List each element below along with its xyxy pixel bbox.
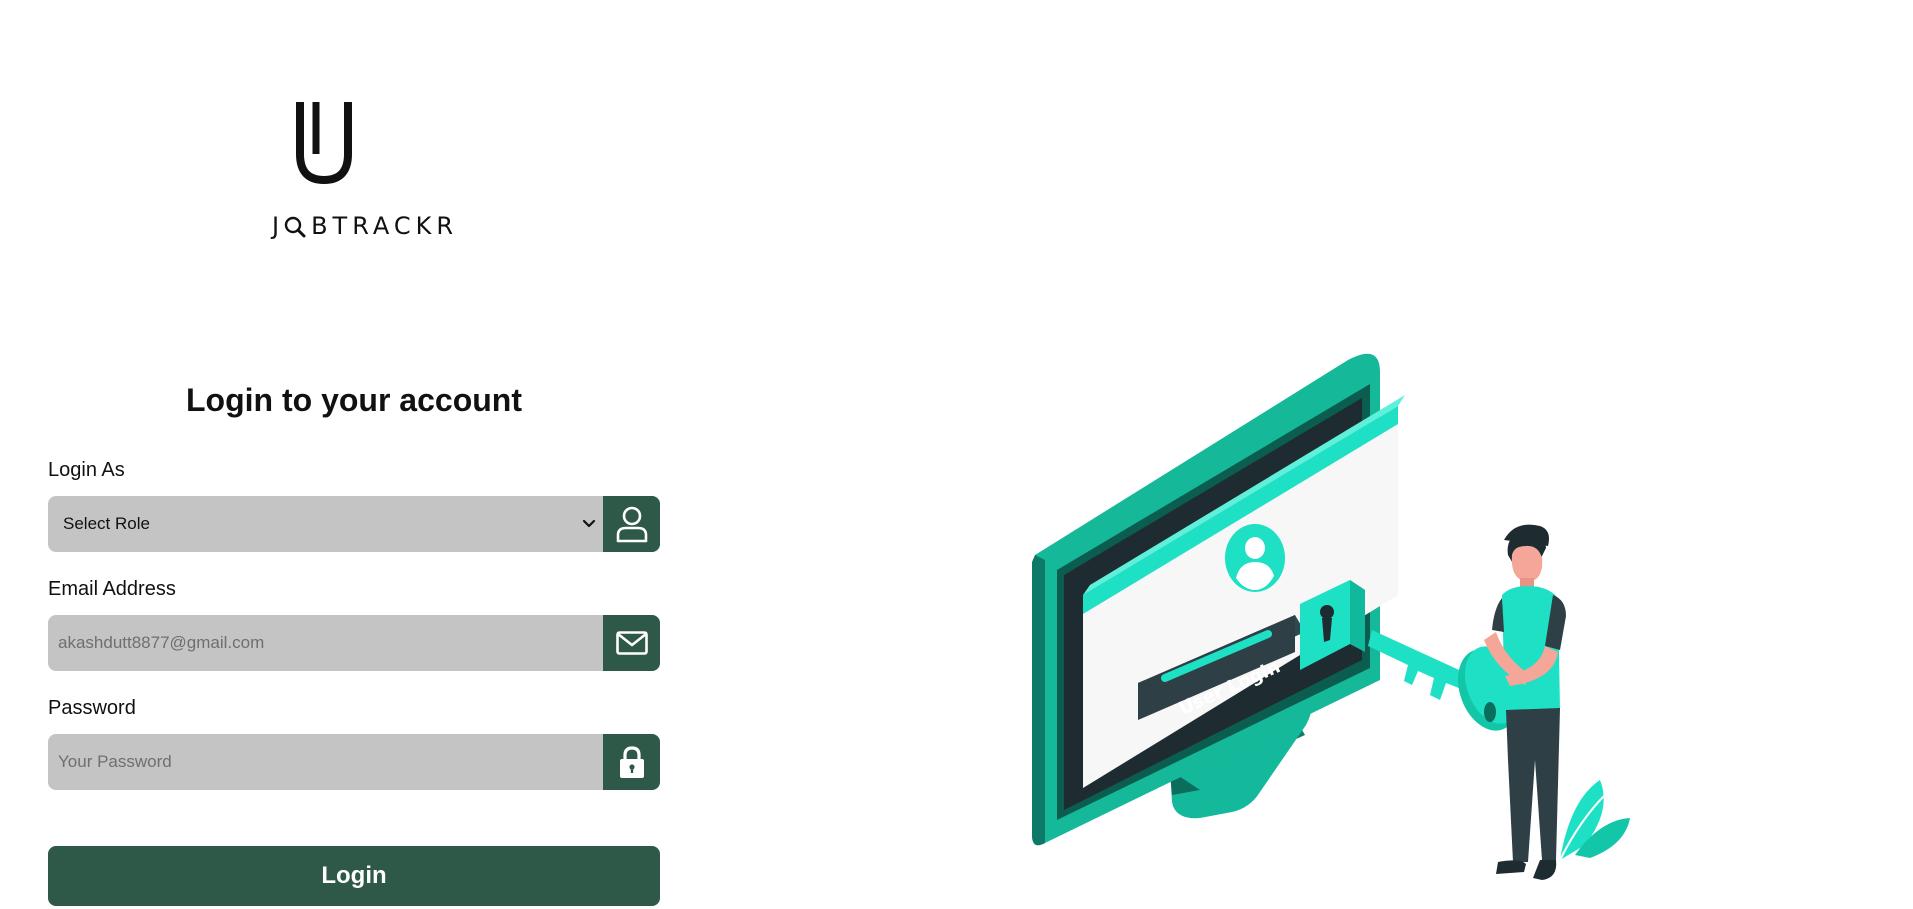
email-field[interactable] (48, 615, 603, 671)
role-label: Login As (48, 459, 125, 481)
user-icon (603, 496, 660, 552)
mail-icon (603, 615, 660, 671)
email-label: Email Address (48, 578, 176, 600)
login-title: Login to your account (186, 382, 522, 418)
password-label: Password (48, 697, 136, 719)
role-select[interactable]: Select Role (48, 496, 660, 552)
password-field[interactable] (48, 734, 603, 790)
magnifier-icon (284, 216, 306, 238)
plant-decoration (1559, 780, 1630, 861)
password-field-wrapper (48, 734, 660, 790)
avatar-icon (1225, 524, 1285, 592)
chevron-down-icon (582, 519, 596, 528)
logo-wordmark: J BTRACKR (272, 212, 459, 240)
email-field-wrapper (48, 615, 660, 671)
role-select-value: Select Role (63, 514, 150, 533)
role-select-control[interactable]: Select Role (48, 496, 603, 552)
login-button[interactable]: Login (48, 846, 660, 906)
login-illustration: User Login (1032, 353, 1630, 880)
lock-icon (603, 734, 660, 790)
